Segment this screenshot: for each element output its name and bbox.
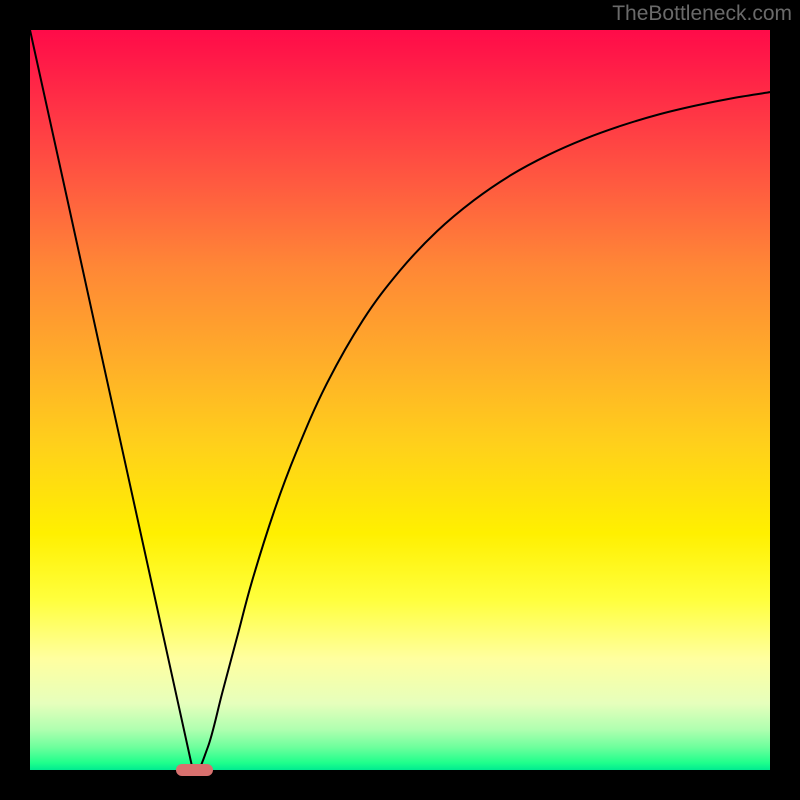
bottleneck-curve	[30, 30, 770, 770]
plot-area	[30, 30, 770, 770]
chart-frame: TheBottleneck.com	[0, 0, 800, 800]
watermark-text: TheBottleneck.com	[612, 2, 792, 26]
optimal-marker	[176, 764, 213, 776]
curve-svg	[30, 30, 770, 770]
